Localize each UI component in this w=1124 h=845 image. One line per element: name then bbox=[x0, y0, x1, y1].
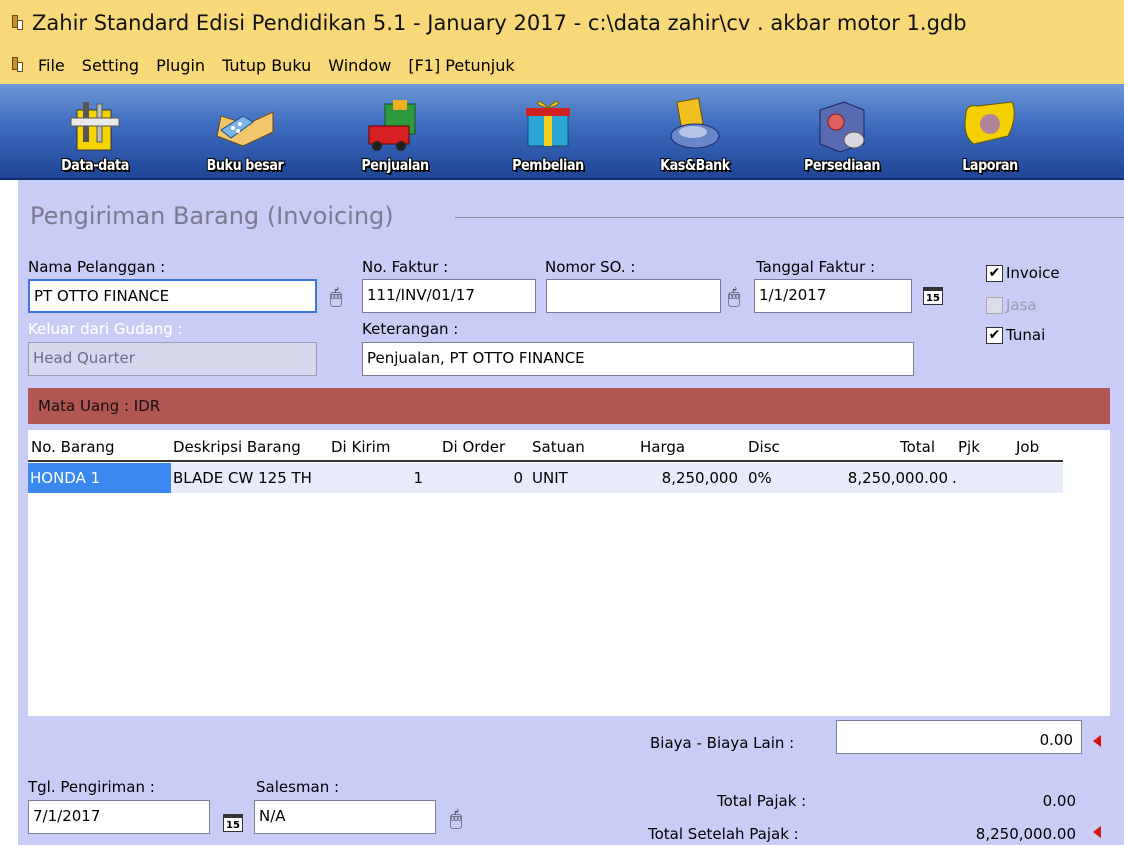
toolbar-persediaan-button[interactable]: Persediaan bbox=[782, 84, 902, 180]
toolbar-label: Buku besar bbox=[206, 156, 284, 174]
menu-help[interactable]: [F1] Petunjuk bbox=[408, 56, 514, 75]
toolbar-label: Laporan bbox=[962, 156, 1018, 174]
toolbar-kas-bank-button[interactable]: Kas&Bank bbox=[635, 84, 755, 180]
col-disc[interactable]: Disc bbox=[748, 438, 780, 456]
toolbar-label: Data-data bbox=[61, 156, 129, 174]
menu-plugin[interactable]: Plugin bbox=[156, 56, 205, 75]
menu-window[interactable]: Window bbox=[328, 56, 391, 75]
toolbar-data-data-button[interactable]: Data-data bbox=[40, 84, 150, 180]
invoice-no-label: No. Faktur : bbox=[362, 258, 449, 276]
currency-bar: Mata Uang : IDR bbox=[28, 388, 1110, 424]
toolbar-pembelian-button[interactable]: Pembelian bbox=[488, 84, 608, 180]
col-total[interactable]: Total bbox=[900, 438, 935, 456]
other-costs-arrow-icon[interactable] bbox=[1093, 735, 1101, 747]
salesman-lookup-icon[interactable]: 🖱 bbox=[450, 806, 462, 830]
cell-harga[interactable]: 8,250,000 bbox=[628, 469, 738, 487]
invoice-date-calendar-icon[interactable]: 15 bbox=[923, 287, 943, 305]
cell-total[interactable]: 8,250,000.00 bbox=[818, 469, 948, 487]
warehouse-label: Keluar dari Gudang : bbox=[28, 320, 183, 338]
col-pjk[interactable]: Pjk bbox=[958, 438, 980, 456]
cell-deskripsi[interactable]: BLADE CW 125 TH bbox=[173, 469, 330, 487]
toolbar-label: Kas&Bank bbox=[660, 156, 730, 174]
menu-file[interactable]: File bbox=[38, 56, 65, 75]
col-harga[interactable]: Harga bbox=[640, 438, 685, 456]
invoice-form-panel: Pengiriman Barang (Invoicing) Nama Pelan… bbox=[18, 180, 1124, 845]
cash-bank-icon bbox=[670, 97, 720, 149]
cell-no-barang[interactable]: HONDA 1 bbox=[28, 463, 171, 493]
cell-disc[interactable]: 0% bbox=[748, 469, 772, 487]
other-costs-field[interactable]: 0.00 bbox=[836, 720, 1082, 754]
report-scroll-icon bbox=[964, 101, 1015, 145]
ship-date-calendar-icon[interactable]: 15 bbox=[223, 814, 243, 832]
checkmark-icon: ✔ bbox=[986, 264, 1003, 282]
so-lookup-icon[interactable]: 🖱 bbox=[728, 284, 740, 308]
col-satuan[interactable]: Satuan bbox=[532, 438, 585, 456]
salesman-field[interactable]: N/A bbox=[254, 800, 436, 834]
toolbar-label: Penjualan bbox=[361, 156, 429, 174]
page-title: Pengiriman Barang (Invoicing) bbox=[30, 202, 394, 230]
other-costs-label: Biaya - Biaya Lain : bbox=[650, 734, 795, 752]
total-tax-value: 0.00 bbox=[1042, 792, 1076, 810]
toolbar-label: Pembelian bbox=[512, 156, 584, 174]
jasa-checkbox: Jasa bbox=[986, 296, 1037, 314]
toolbar-buku-besar-button[interactable]: Buku besar bbox=[180, 84, 310, 180]
notes-field[interactable]: Penjualan, PT OTTO FINANCE bbox=[362, 342, 914, 376]
system-menu-icon[interactable] bbox=[10, 55, 24, 75]
app-icon bbox=[10, 13, 24, 33]
cell-di-kirim[interactable]: 1 bbox=[328, 469, 423, 487]
salesman-label: Salesman : bbox=[256, 778, 340, 796]
invoice-date-label: Tanggal Faktur : bbox=[756, 258, 876, 276]
inventory-icon bbox=[819, 101, 865, 153]
items-grid[interactable]: No. Barang Deskripsi Barang Di Kirim Di … bbox=[28, 430, 1110, 716]
toolbar-label: Persediaan bbox=[803, 156, 881, 174]
invoice-checkbox[interactable]: ✔ Invoice bbox=[986, 264, 1060, 282]
total-tax-label: Total Pajak : bbox=[717, 792, 807, 810]
total-after-tax-value: 8,250,000.00 bbox=[975, 825, 1076, 843]
warehouse-field: Head Quarter bbox=[28, 342, 317, 376]
menu-tutup-buku[interactable]: Tutup Buku bbox=[222, 56, 311, 75]
table-row[interactable]: HONDA 1 BLADE CW 125 TH 1 0 UNIT 8,250,0… bbox=[28, 463, 1063, 493]
title-divider bbox=[455, 217, 1124, 218]
total-arrow-icon[interactable] bbox=[1093, 826, 1101, 838]
customer-label: Nama Pelanggan : bbox=[28, 258, 166, 276]
ship-date-field[interactable]: 7/1/2017 bbox=[28, 800, 210, 834]
grid-header: No. Barang Deskripsi Barang Di Kirim Di … bbox=[28, 430, 1063, 462]
col-deskripsi[interactable]: Deskripsi Barang bbox=[173, 438, 301, 456]
module-toolbar: Data-data Buku besar Penjualan Pembelian bbox=[0, 84, 1124, 180]
so-no-label: Nomor SO. : bbox=[545, 258, 636, 276]
cell-satuan[interactable]: UNIT bbox=[532, 469, 568, 487]
col-job[interactable]: Job bbox=[1016, 438, 1039, 456]
data-data-icon bbox=[70, 102, 120, 151]
col-di-order[interactable]: Di Order bbox=[442, 438, 505, 456]
title-bar[interactable]: Zahir Standard Edisi Pendidikan 5.1 - Ja… bbox=[0, 0, 1124, 46]
total-after-tax-label: Total Setelah Pajak : bbox=[648, 825, 799, 843]
invoice-date-field[interactable]: 1/1/2017 bbox=[754, 279, 912, 313]
invoice-no-field[interactable]: 111/INV/01/17 bbox=[362, 279, 536, 313]
ledger-book-icon bbox=[216, 111, 274, 147]
customer-field[interactable]: PT OTTO FINANCE bbox=[28, 279, 317, 313]
checkmark-icon: ✔ bbox=[986, 326, 1003, 344]
customer-lookup-icon[interactable]: 🖱 bbox=[330, 284, 342, 308]
col-di-kirim[interactable]: Di Kirim bbox=[331, 438, 390, 456]
purchase-gift-icon bbox=[526, 101, 570, 147]
sales-truck-icon bbox=[368, 100, 416, 151]
tunai-checkbox[interactable]: ✔ Tunai bbox=[986, 326, 1045, 344]
cell-di-order[interactable]: 0 bbox=[448, 469, 523, 487]
col-no-barang[interactable]: No. Barang bbox=[31, 438, 115, 456]
window-title: Zahir Standard Edisi Pendidikan 5.1 - Ja… bbox=[32, 11, 967, 35]
toolbar-laporan-button[interactable]: Laporan bbox=[935, 84, 1045, 180]
cell-pjk[interactable]: . bbox=[952, 469, 957, 487]
menu-bar: File Setting Plugin Tutup Buku Window [F… bbox=[0, 46, 1124, 84]
toolbar-penjualan-button[interactable]: Penjualan bbox=[335, 84, 455, 180]
notes-label: Keterangan : bbox=[362, 320, 459, 338]
so-no-field[interactable] bbox=[546, 279, 721, 313]
menu-setting[interactable]: Setting bbox=[82, 56, 139, 75]
ship-date-label: Tgl. Pengiriman : bbox=[28, 778, 155, 796]
